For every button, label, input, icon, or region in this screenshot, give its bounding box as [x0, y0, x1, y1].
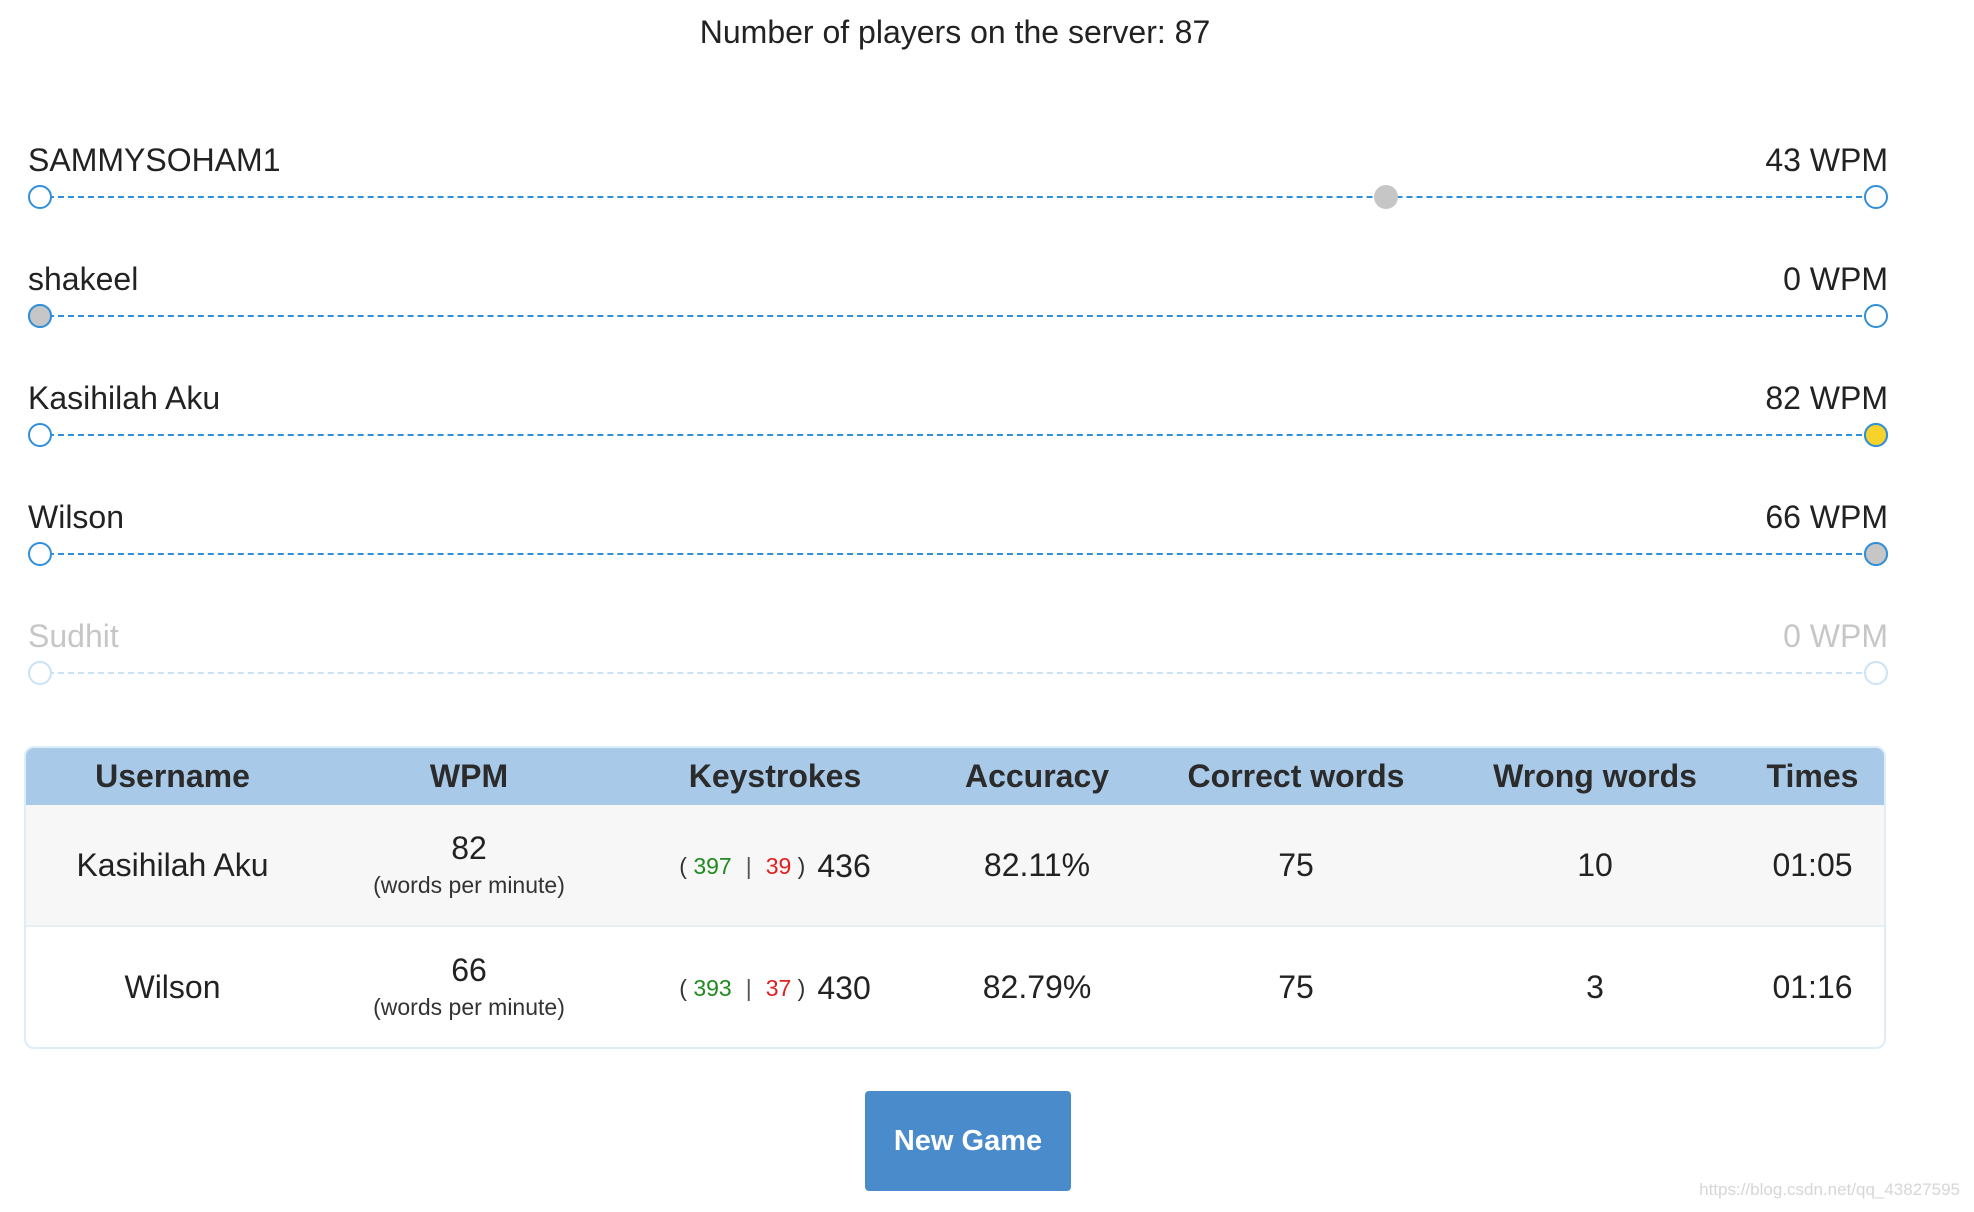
start-node-icon: [28, 423, 52, 447]
wpm-unit-caption: (words per minute): [373, 872, 565, 898]
cell-username: Kasihilah Aku: [26, 805, 319, 926]
cell-wpm: 82 (words per minute): [319, 805, 619, 926]
keystrokes-correct: 393: [693, 974, 732, 1001]
watermark-text: https://blog.csdn.net/qq_43827595: [1699, 1180, 1960, 1199]
race-track-line: [48, 434, 1872, 436]
column-header-accuracy: Accuracy: [931, 748, 1143, 805]
column-header-username: Username: [26, 748, 319, 805]
player-wpm: 0 WPM: [1783, 618, 1888, 654]
keystrokes-wrong: 39: [765, 852, 792, 879]
finish-node-icon: [1864, 304, 1888, 328]
player-track: Wilson 66 WPM: [28, 497, 1888, 597]
wpm-value: 82: [451, 830, 487, 866]
keystrokes-close-paren: ): [797, 852, 806, 879]
finish-node-icon: [1864, 661, 1888, 685]
table-row: Wilson 66 (words per minute) ( 393 | 37 ) 4…: [26, 925, 1884, 1047]
cell-username: Wilson: [26, 925, 319, 1047]
column-header-keystrokes: Keystrokes: [619, 748, 931, 805]
start-node-icon: [28, 542, 52, 566]
results-table: Username WPM Keystrokes Accuracy Correct…: [24, 746, 1886, 1049]
cell-time: 01:05: [1741, 805, 1884, 926]
column-header-wrong-words: Wrong words: [1449, 748, 1741, 805]
keystrokes-breakdown: ( 397 | 39 ): [679, 853, 805, 879]
keystrokes-open-paren: (: [679, 852, 687, 879]
keystrokes-separator: |: [745, 974, 752, 1001]
progress-marker-icon: [1864, 542, 1888, 566]
table-row: Kasihilah Aku 82 (words per minute) ( 39…: [26, 805, 1884, 926]
keystrokes-correct: 397: [693, 852, 732, 879]
wpm-value: 66: [451, 952, 487, 988]
player-wpm: 0 WPM: [1783, 261, 1888, 297]
cell-wrong-words: 3: [1449, 925, 1741, 1047]
column-header-correct-words: Correct words: [1143, 748, 1449, 805]
cell-keystrokes: ( 393 | 37 ) 430: [619, 925, 931, 1047]
keystrokes-total: 430: [817, 969, 871, 1006]
cell-wrong-words: 10: [1449, 805, 1741, 926]
new-game-button[interactable]: New Game: [865, 1091, 1071, 1191]
player-name: Wilson: [28, 499, 125, 535]
cell-accuracy: 82.79%: [931, 925, 1143, 1047]
start-node-icon: [28, 185, 52, 209]
cell-correct-words: 75: [1143, 805, 1449, 926]
player-track: shakeel 0 WPM: [28, 259, 1888, 359]
player-wpm: 82 WPM: [1765, 380, 1888, 416]
player-name: Sudhit: [28, 618, 119, 654]
player-name: SAMMYSOHAM1: [28, 142, 281, 178]
typing-race-app: Number of players on the server: 87 SAMM…: [0, 0, 1974, 1212]
player-wpm: 43 WPM: [1765, 142, 1888, 178]
progress-marker-icon: [1864, 423, 1888, 447]
player-wpm: 66 WPM: [1765, 499, 1888, 535]
race-track-line: [48, 196, 1872, 198]
cell-keystrokes: ( 397 | 39 ) 436: [619, 805, 931, 926]
finish-node-icon: [1864, 185, 1888, 209]
race-track-line: [48, 672, 1872, 674]
race-track-line: [48, 553, 1872, 555]
server-player-count: Number of players on the server: 87: [699, 14, 1211, 50]
cell-correct-words: 75: [1143, 925, 1449, 1047]
start-node-icon: [28, 661, 52, 685]
player-name: Kasihilah Aku: [28, 380, 221, 416]
wpm-unit-caption: (words per minute): [373, 994, 565, 1020]
player-track: SAMMYSOHAM1 43 WPM: [28, 140, 1888, 240]
progress-marker-icon: [28, 304, 52, 328]
column-header-wpm: WPM: [319, 748, 619, 805]
cell-time: 01:16: [1741, 925, 1884, 1047]
keystrokes-separator: |: [745, 852, 752, 879]
keystrokes-wrong: 37: [765, 974, 792, 1001]
race-track-line: [48, 315, 1872, 317]
keystrokes-breakdown: ( 393 | 37 ): [679, 975, 805, 1001]
cell-accuracy: 82.11%: [931, 805, 1143, 926]
keystrokes-open-paren: (: [679, 974, 687, 1001]
results-header-row: Username WPM Keystrokes Accuracy Correct…: [26, 748, 1884, 805]
keystrokes-total: 436: [817, 847, 871, 884]
player-track: Kasihilah Aku 82 WPM: [28, 378, 1888, 478]
player-name: shakeel: [28, 261, 139, 297]
player-track: Sudhit 0 WPM: [28, 616, 1888, 716]
progress-marker-icon: [1373, 185, 1398, 209]
cell-wpm: 66 (words per minute): [319, 925, 619, 1047]
column-header-times: Times: [1741, 748, 1884, 805]
keystrokes-close-paren: ): [797, 974, 806, 1001]
